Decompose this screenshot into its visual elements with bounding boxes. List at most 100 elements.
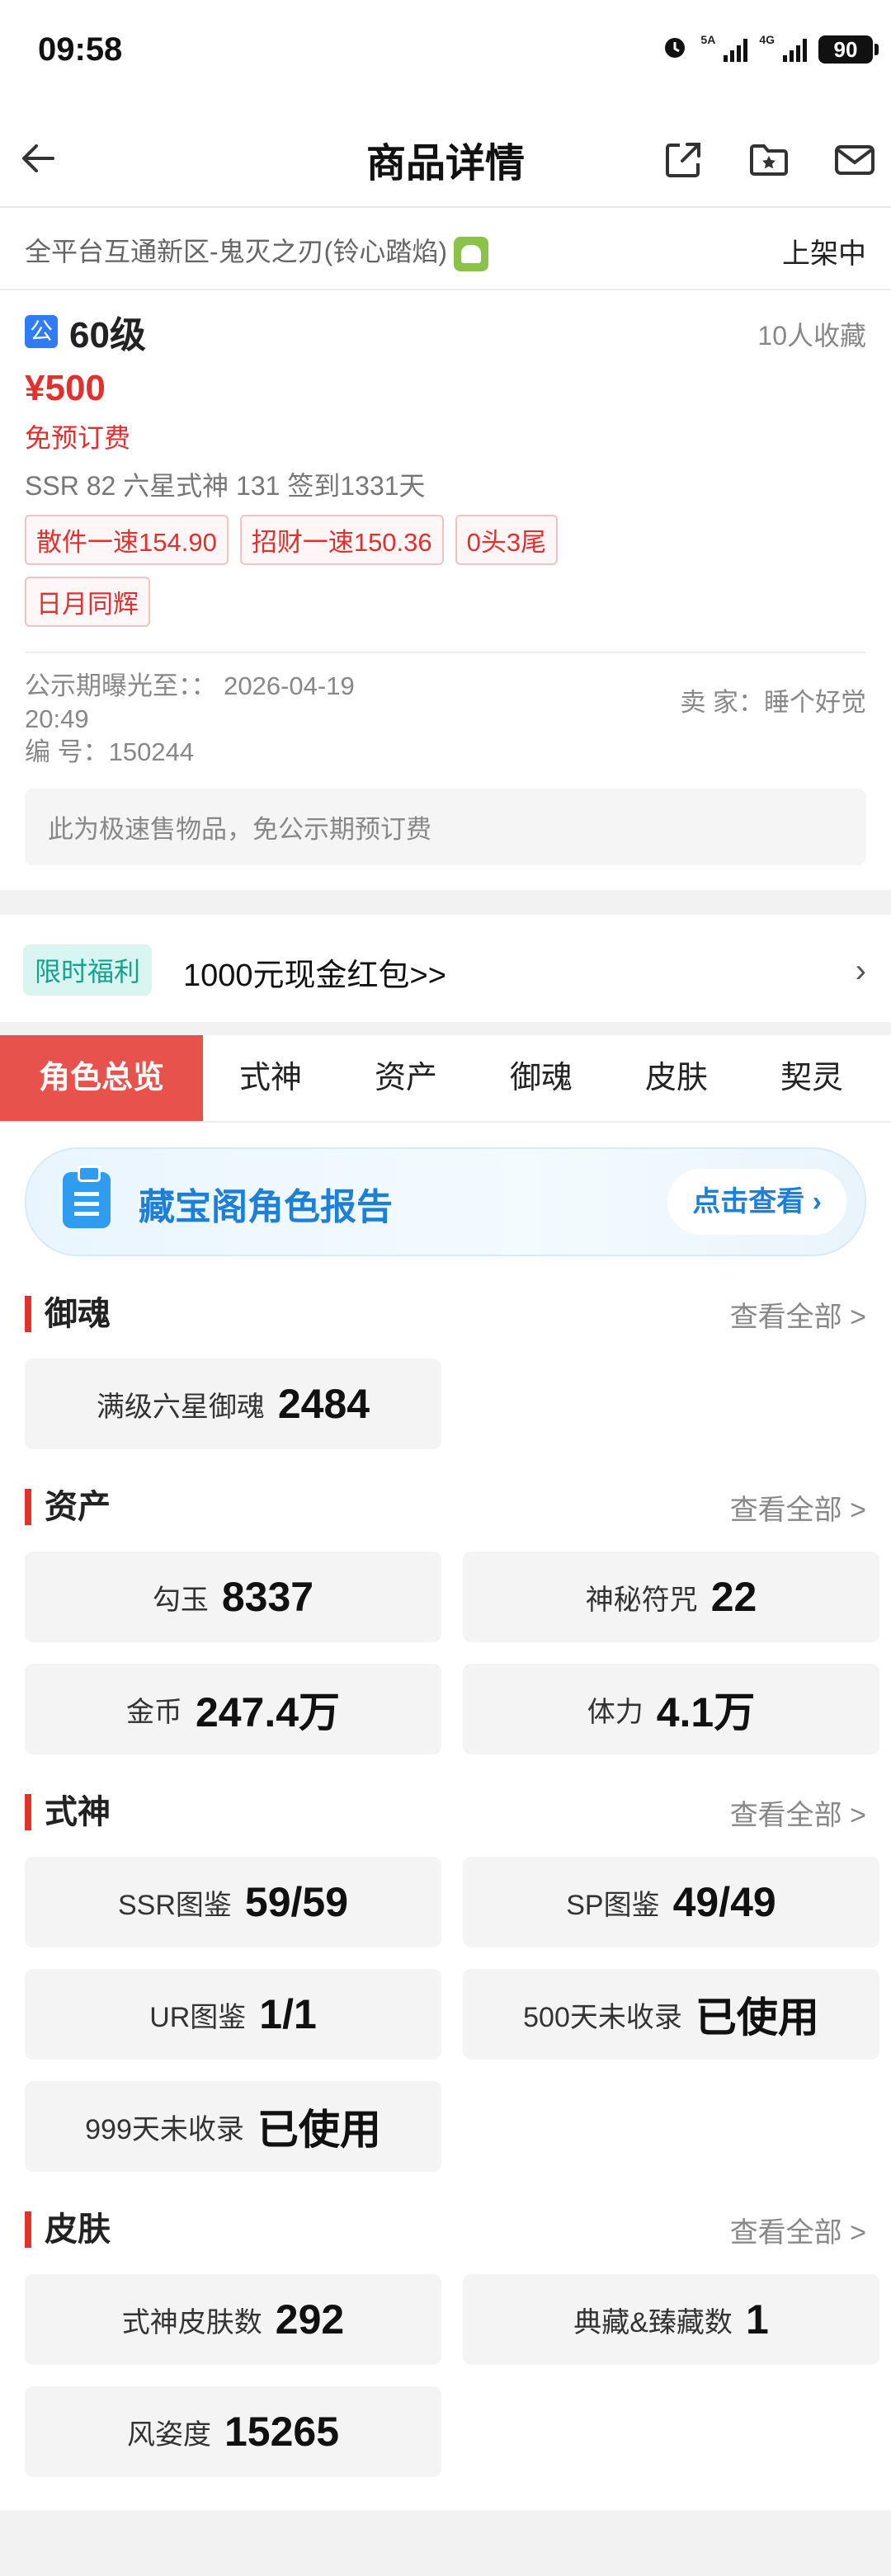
view-all-link[interactable]: 查看全部 >	[730, 1792, 866, 1833]
stat-label: 500天未收录	[523, 2001, 682, 2033]
stat-label: 神秘符咒	[585, 1584, 698, 1616]
section-shikigami: 式神 查看全部 > SSR图鉴 59/59 SP图鉴 49/49 UR图鉴 1/1 5…	[25, 1787, 879, 2172]
overview-panel: 藏宝阁角色报告 点击查看 › 御魂 查看全部 > 满级六星御魂 2484 资产 查…	[0, 1123, 891, 2510]
view-all-link[interactable]: 查看全部 >	[730, 2210, 866, 2250]
stat-value: 2484	[277, 1381, 370, 1427]
publicity-value: ： 2026-04-19	[191, 671, 355, 700]
stat-label: 体力	[587, 1696, 644, 1728]
item-info-card: 公 60级 10人收藏 ¥500 免预订费 SSR 82 六星式神 131 签到…	[0, 290, 891, 890]
stat-value: 15265	[224, 2409, 340, 2455]
stat-grid: SSR图鉴 59/59 SP图鉴 49/49 UR图鉴 1/1 500天未收录 已使用 …	[25, 1857, 879, 2172]
tab-yuhun[interactable]: 御魂	[474, 1035, 609, 1121]
tab-overview[interactable]: 角色总览	[0, 1035, 203, 1121]
section-header: 皮肤 查看全部 >	[25, 2205, 866, 2254]
stat-card: 满级六星御魂 2484	[25, 1359, 441, 1449]
publicity-label: 公示期曝光至：	[25, 671, 191, 700]
view-all-link[interactable]: 查看全部 >	[730, 1487, 866, 1528]
message-icon[interactable]	[832, 137, 878, 183]
chevron-right-icon: ›	[855, 953, 866, 989]
stat-card: 金币 247.4万	[25, 1664, 441, 1754]
stat-card: 典藏&臻藏数 1	[463, 2274, 879, 2365]
section-yuhun: 御魂 查看全部 > 满级六星御魂 2484	[25, 1289, 866, 1449]
summary-stats: SSR 82 六星式神 131 签到1331天	[25, 471, 426, 501]
stat-value: 已使用	[257, 2107, 381, 2153]
stat-card: 500天未收录 已使用	[463, 1969, 879, 2060]
section-title: 御魂	[25, 1296, 111, 1332]
stat-value: 1/1	[259, 1991, 317, 2037]
stat-card: 体力 4.1万	[463, 1664, 879, 1754]
stat-label: SP图鉴	[566, 1889, 660, 1921]
stat-value: 8337	[221, 1574, 314, 1620]
stat-label: 999天未收录	[85, 2113, 244, 2145]
promo-text: 1000元现金红包>>	[183, 958, 446, 993]
stat-grid: 满级六星御魂 2484	[25, 1359, 866, 1449]
stat-label: 金币	[125, 1696, 182, 1728]
stat-card: 风姿度 15265	[25, 2386, 441, 2477]
status-icons: 5A 4G 90	[661, 33, 879, 65]
stat-value: 22	[710, 1574, 757, 1620]
network-type-2: 4G	[759, 33, 775, 46]
listing-status: 上架中	[782, 238, 866, 270]
public-badge: 公	[25, 315, 58, 348]
stat-label: UR图鉴	[149, 2001, 247, 2033]
clipboard-icon	[63, 1166, 111, 1228]
level-row: 公 60级	[25, 307, 866, 356]
level: 60级	[69, 315, 146, 356]
stat-card: 勾玉 8337	[25, 1552, 441, 1642]
section-header: 御魂 查看全部 >	[25, 1289, 866, 1339]
server-name-text: 全平台互通新区-鬼灭之刃(铃心踏焰)	[25, 237, 447, 266]
stat-value: 59/59	[244, 1879, 349, 1925]
favorite-folder-icon[interactable]	[746, 137, 792, 183]
stat-grid: 勾玉 8337 神秘符咒 22 金币 247.4万 体力 4.1万	[25, 1552, 879, 1754]
promo-banner[interactable]: 限时福利 1000元现金红包>> ›	[0, 915, 891, 1022]
nav-bar: 商品详情	[0, 107, 891, 208]
stat-card: 式神皮肤数 292	[25, 2274, 441, 2365]
stat-label: 典藏&臻藏数	[573, 2306, 733, 2338]
stat-value: 4.1万	[656, 1689, 756, 1735]
android-icon	[453, 236, 488, 271]
free-fee-label: 免预订费	[25, 423, 131, 453]
share-icon[interactable]	[660, 137, 706, 183]
stat-card: 神秘符咒 22	[463, 1552, 879, 1642]
view-all-link[interactable]: 查看全部 >	[730, 1294, 866, 1335]
price: ¥500	[25, 368, 106, 408]
tag: 招财一速150.36	[239, 515, 444, 565]
role-report-banner[interactable]: 藏宝阁角色报告 点击查看 ›	[25, 1147, 866, 1256]
report-title: 藏宝阁角色报告	[139, 1187, 393, 1227]
network-type-1: 5A	[700, 33, 716, 46]
section-title: 资产	[25, 1489, 111, 1525]
section-title: 式神	[25, 1794, 111, 1830]
promo-badge: 限时福利	[23, 944, 153, 996]
tag: 0头3尾	[455, 515, 559, 565]
stat-card: UR图鉴 1/1	[25, 1969, 441, 2060]
stat-value: 292	[275, 2296, 345, 2343]
battery-icon: 90	[818, 35, 879, 64]
section-title: 皮肤	[25, 2211, 111, 2248]
server-row: 全平台互通新区-鬼灭之刃(铃心踏焰) 上架中	[0, 208, 891, 290]
section-assets: 资产 查看全部 > 勾玉 8337 神秘符咒 22 金币 247.4万 体力 4.1万	[25, 1482, 879, 1754]
alarm-icon	[661, 33, 689, 65]
tag-list: 散件一速154.90 招财一速150.36 0头3尾 日月同辉	[25, 515, 652, 627]
tab-assets[interactable]: 资产	[338, 1035, 474, 1121]
view-report-button[interactable]: 点击查看 ›	[667, 1169, 846, 1235]
tag: 散件一速154.90	[25, 515, 229, 565]
stat-label: 风姿度	[126, 2418, 211, 2451]
status-bar: 09:58 5A 4G 90	[0, 0, 891, 107]
notice-box: 此为极速售物品，免公示期预订费	[25, 789, 866, 865]
stat-grid: 式神皮肤数 292 典藏&臻藏数 1 风姿度 15265	[25, 2274, 879, 2477]
stat-value: 1	[745, 2296, 769, 2343]
section-skins: 皮肤 查看全部 > 式神皮肤数 292 典藏&臻藏数 1 风姿度 15265	[25, 2205, 879, 2477]
tab-qiling[interactable]: 契灵	[744, 1035, 879, 1121]
tab-bar: 角色总览 式神 资产 御魂 皮肤 契灵	[0, 1035, 891, 1123]
stat-label: 式神皮肤数	[121, 2306, 262, 2338]
stat-card: 999天未收录 已使用	[25, 2081, 441, 2172]
stat-value: 49/49	[672, 1879, 776, 1925]
tab-skins[interactable]: 皮肤	[609, 1035, 744, 1121]
serial-line: 编 号：150244	[25, 736, 866, 769]
signal-icon	[724, 37, 748, 62]
seller-line: 卖 家：睡个好觉	[680, 686, 866, 719]
tag: 日月同辉	[25, 577, 150, 627]
divider	[25, 652, 866, 653]
seller-label: 卖 家：	[680, 688, 764, 717]
tab-shikigami[interactable]: 式神	[203, 1035, 338, 1121]
